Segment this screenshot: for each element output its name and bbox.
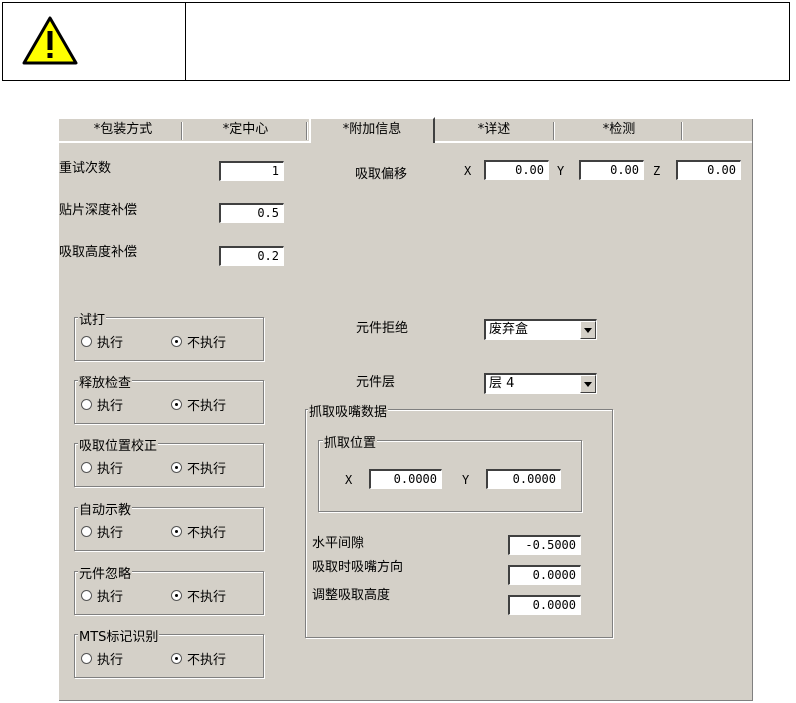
warning-divider (185, 3, 186, 80)
no-execute-radio[interactable]: 不执行 (171, 332, 226, 351)
retry-count-input[interactable]: 1 (219, 161, 284, 181)
radio-label: 执行 (97, 653, 124, 668)
tab-label: *定中心 (222, 122, 269, 137)
tab-label: *附加信息 (342, 122, 402, 137)
execute-radio[interactable]: 执行 (81, 395, 123, 414)
component-reject-select[interactable]: 废弃盒 (484, 319, 597, 340)
group-title: 试打 (78, 309, 107, 328)
pick-height-input[interactable]: 0.2 (219, 246, 284, 266)
component-settings-dialog: *包装方式 *定中心 *附加信息 *详述 *检测 重试次数 1 贴片深度补偿 0… (59, 117, 753, 701)
radio-dot-icon (81, 526, 92, 537)
tab-label: *详述 (477, 122, 511, 137)
tab-additional-info[interactable]: *附加信息 (309, 117, 435, 143)
pick-offset-y-input[interactable]: 0.00 (579, 160, 644, 180)
radio-dot-selected-icon (171, 336, 182, 347)
radio-label: 执行 (97, 526, 124, 541)
group-title: MTS标记识别 (78, 626, 160, 645)
placement-depth-input[interactable]: 0.5 (219, 203, 284, 223)
no-execute-radio[interactable]: 不执行 (171, 649, 226, 668)
tab-label: *检测 (602, 122, 636, 137)
radio-dot-selected-icon (171, 462, 182, 473)
radio-label: 不执行 (187, 526, 227, 541)
component-layer-label: 元件层 (356, 375, 396, 390)
no-execute-radio[interactable]: 不执行 (171, 522, 226, 541)
horizontal-gap-input[interactable]: -0.5000 (508, 535, 581, 555)
pick-position-y-label: Y (462, 473, 470, 487)
warning-message (198, 28, 778, 48)
no-execute-radio[interactable]: 不执行 (171, 458, 226, 477)
release-check-group: 释放检查 执行 不执行 (74, 372, 264, 424)
radio-label: 不执行 (187, 399, 227, 414)
adjust-pick-height-input[interactable]: 0.0000 (508, 595, 581, 615)
tab-label: *包装方式 (93, 122, 153, 137)
radio-dot-icon (81, 590, 92, 601)
group-title: 元件忽略 (78, 563, 133, 582)
radio-dot-selected-icon (171, 653, 182, 664)
pick-offset-x-label: X (464, 164, 472, 178)
pick-offset-label: 吸取偏移 (355, 167, 408, 182)
execute-radio[interactable]: 执行 (81, 332, 123, 351)
chevron-down-icon[interactable] (580, 321, 596, 339)
radio-label: 不执行 (187, 336, 227, 351)
mts-mark-recognition-group: MTS标记识别 执行 不执行 (74, 626, 264, 678)
execute-radio[interactable]: 执行 (81, 458, 123, 477)
placement-depth-label: 贴片深度补偿 (59, 203, 138, 218)
pick-position-x-label: X (345, 473, 353, 487)
radio-dot-icon (81, 336, 92, 347)
tab-centering[interactable]: *定中心 (183, 119, 308, 141)
tab-inspection[interactable]: *检测 (555, 119, 683, 141)
component-layer-select[interactable]: 层 4 (484, 373, 597, 394)
warning-box (2, 2, 790, 81)
combo-value: 废弃盒 (489, 322, 529, 337)
pick-offset-y-label: Y (557, 164, 565, 178)
combo-value: 层 4 (489, 376, 515, 391)
group-title: 抓取吸嘴数据 (308, 401, 389, 420)
radio-label: 不执行 (187, 590, 227, 605)
nozzle-direction-input[interactable]: 0.0000 (508, 565, 581, 585)
radio-label: 执行 (97, 336, 124, 351)
radio-dot-selected-icon (171, 399, 182, 410)
chevron-down-icon[interactable] (580, 375, 596, 393)
no-execute-radio[interactable]: 不执行 (171, 586, 226, 605)
group-title: 释放检查 (78, 372, 133, 391)
execute-radio[interactable]: 执行 (81, 586, 123, 605)
radio-label: 不执行 (187, 653, 227, 668)
component-reject-label: 元件拒绝 (356, 321, 409, 336)
pick-position-group: 抓取位置 X 0.0000 Y 0.0000 (318, 432, 582, 512)
radio-label: 执行 (97, 462, 124, 477)
radio-label: 不执行 (187, 462, 227, 477)
radio-dot-icon (81, 653, 92, 664)
horizontal-gap-label: 水平间隙 (312, 536, 365, 551)
radio-label: 执行 (97, 399, 124, 414)
execute-radio[interactable]: 执行 (81, 649, 123, 668)
pick-position-y-input[interactable]: 0.0000 (486, 469, 561, 489)
nozzle-direction-label: 吸取时吸嘴方向 (312, 560, 404, 575)
tab-details[interactable]: *详述 (433, 119, 555, 141)
tab-packaging[interactable]: *包装方式 (63, 119, 183, 141)
nozzle-data-group: 抓取吸嘴数据 抓取位置 X 0.0000 Y 0.0000 水平间隙 -0.50… (305, 401, 613, 638)
warning-icon (22, 16, 78, 65)
radio-dot-icon (81, 462, 92, 473)
auto-teach-group: 自动示教 执行 不执行 (74, 499, 264, 551)
retry-count-label: 重试次数 (59, 161, 112, 176)
no-execute-radio[interactable]: 不执行 (171, 395, 226, 414)
group-title: 自动示教 (78, 499, 133, 518)
component-ignore-group: 元件忽略 执行 不执行 (74, 563, 264, 615)
pick-position-x-input[interactable]: 0.0000 (369, 469, 442, 489)
pick-position-correction-group: 吸取位置校正 执行 不执行 (74, 435, 264, 487)
radio-dot-icon (81, 399, 92, 410)
radio-dot-selected-icon (171, 526, 182, 537)
pick-offset-z-label: Z (653, 164, 661, 178)
pick-offset-z-input[interactable]: 0.00 (676, 160, 741, 180)
group-title: 抓取位置 (323, 432, 378, 451)
radio-label: 执行 (97, 590, 124, 605)
pick-height-label: 吸取高度补偿 (59, 245, 138, 260)
radio-dot-selected-icon (171, 590, 182, 601)
group-title: 吸取位置校正 (78, 435, 159, 454)
trial-run-group: 试打 执行 不执行 (74, 309, 264, 361)
pick-offset-x-input[interactable]: 0.00 (484, 160, 549, 180)
execute-radio[interactable]: 执行 (81, 522, 123, 541)
adjust-pick-height-label: 调整吸取高度 (312, 588, 391, 603)
